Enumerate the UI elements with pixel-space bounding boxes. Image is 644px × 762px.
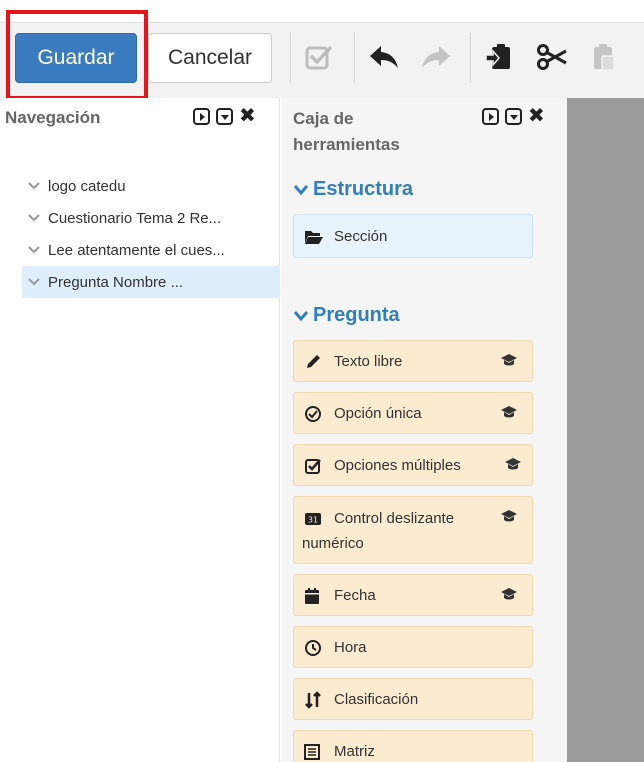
cut-icon[interactable] <box>532 37 572 77</box>
chevron-down-icon <box>28 214 42 222</box>
toolbox-panel-controls: ✖ <box>482 106 545 126</box>
tool-item-texto-libre[interactable]: Texto libre <box>293 340 533 382</box>
collapse-icon[interactable] <box>216 108 233 125</box>
section-pregunta-label: Pregunta <box>313 304 400 326</box>
pencil-icon <box>304 341 322 383</box>
tool-item-label: Opciones múltiples <box>334 457 461 474</box>
graduation-cap-icon <box>500 509 518 523</box>
expand-icon[interactable] <box>482 108 499 125</box>
chevron-down-icon <box>293 310 309 321</box>
chevron-down-icon <box>28 278 42 286</box>
paste-icon[interactable] <box>584 37 624 77</box>
chevron-down-icon <box>28 182 42 190</box>
close-icon[interactable]: ✖ <box>528 106 545 126</box>
calendar-icon <box>304 575 320 617</box>
toolbox-title-line1: Caja de <box>293 109 354 128</box>
nav-item-label: Cuestionario Tema 2 Re... <box>48 209 222 227</box>
redo-icon[interactable] <box>416 37 456 77</box>
section-estructura-label: Estructura <box>313 178 414 200</box>
svg-text:31: 31 <box>308 516 318 525</box>
nav-item-label: Pregunta Nombre ... <box>48 273 184 291</box>
graduation-cap-icon <box>504 457 522 471</box>
tool-item-control-deslizante[interactable]: 31 Control deslizante numérico <box>293 496 533 564</box>
tool-item-label: Texto libre <box>334 353 403 370</box>
paste-special-icon[interactable] <box>480 37 520 77</box>
undo-icon[interactable] <box>364 37 404 77</box>
nav-item-pregunta[interactable]: Pregunta Nombre ... <box>22 266 280 298</box>
navigation-panel: Navegación ✖ logo catedu Cuestionario Te… <box>0 98 280 762</box>
nav-item-cuestionario[interactable]: Cuestionario Tema 2 Re... <box>22 202 280 234</box>
graduation-cap-icon <box>500 353 518 367</box>
toolbar-divider <box>290 33 291 83</box>
tool-item-label: Sección <box>334 228 388 245</box>
collapse-icon[interactable] <box>505 108 522 125</box>
nav-item-logo[interactable]: logo catedu <box>22 170 280 202</box>
tool-item-seccion[interactable]: Sección <box>293 214 533 258</box>
tool-item-label: Hora <box>334 639 367 656</box>
toolbar-divider <box>354 33 355 83</box>
toolbar-divider <box>470 33 471 83</box>
save-button-highlight <box>6 10 148 100</box>
nav-item-label: logo catedu <box>48 177 126 195</box>
tool-item-label: Matriz <box>334 743 375 760</box>
tool-item-fecha[interactable]: Fecha <box>293 574 533 616</box>
expand-icon[interactable] <box>193 108 210 125</box>
sort-icon <box>304 679 322 721</box>
form-editor: Guardar Cancelar Navegación ✖ logo cated… <box>0 0 644 762</box>
check-icon[interactable] <box>298 37 338 77</box>
tool-item-opcion-unica[interactable]: Opción única <box>293 392 533 434</box>
matrix-icon <box>304 731 320 762</box>
design-canvas[interactable] <box>567 98 644 762</box>
close-icon[interactable]: ✖ <box>239 106 256 126</box>
clock-icon <box>304 627 322 669</box>
tool-item-clasificacion[interactable]: Clasificación <box>293 678 533 720</box>
section-estructura[interactable]: Estructura <box>293 178 413 201</box>
tool-item-label: Clasificación <box>334 691 419 708</box>
navigation-panel-controls: ✖ <box>193 106 256 126</box>
chevron-down-icon <box>293 184 309 195</box>
tool-item-label: Opción única <box>334 405 422 422</box>
cancel-button[interactable]: Cancelar <box>148 33 272 83</box>
toolbox-title-line2: herramientas <box>293 135 400 154</box>
navigation-title: Navegación <box>5 108 101 127</box>
tool-item-label-line2: numérico <box>302 535 364 552</box>
nav-item-label: Lee atentamente el cues... <box>48 241 225 259</box>
checkbox-icon <box>304 445 322 487</box>
circle-check-icon <box>304 393 322 435</box>
tool-item-hora[interactable]: Hora <box>293 626 533 668</box>
tool-item-matriz[interactable]: Matriz <box>293 730 533 762</box>
graduation-cap-icon <box>500 405 518 419</box>
graduation-cap-icon <box>500 587 518 601</box>
chevron-down-icon <box>28 246 42 254</box>
tool-item-label-line1: Control deslizante <box>334 510 455 527</box>
tool-item-opciones-multiples[interactable]: Opciones múltiples <box>293 444 533 486</box>
section-pregunta[interactable]: Pregunta <box>293 304 400 327</box>
navigation-tree: logo catedu Cuestionario Tema 2 Re... Le… <box>22 170 280 298</box>
toolbox-title: Caja de herramientas <box>293 106 400 158</box>
nav-item-lee[interactable]: Lee atentamente el cues... <box>22 234 280 266</box>
tool-item-label: Fecha <box>334 587 376 604</box>
folder-open-icon <box>304 215 324 259</box>
